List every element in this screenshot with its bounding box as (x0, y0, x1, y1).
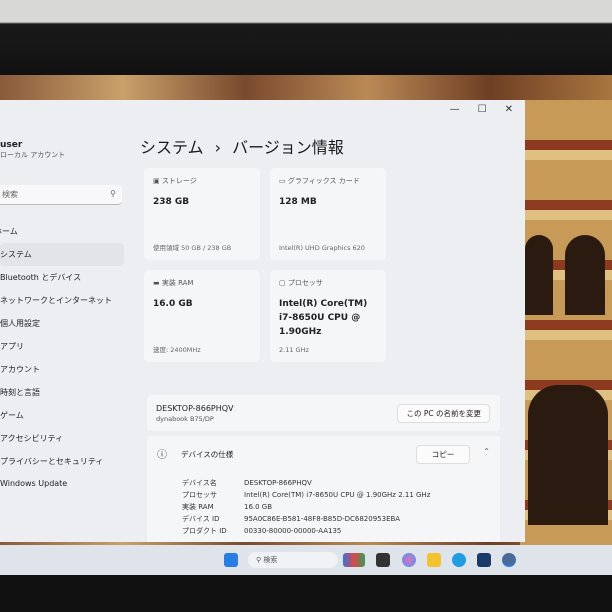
maximize-button[interactable]: ☐ (478, 104, 487, 116)
copy-button[interactable]: コピー (416, 445, 470, 464)
settings-window: — ☐ ✕ userローカル アカウント 検索 ⚲ ホーム システム Blueto… (0, 100, 525, 542)
specs-list: デバイス名 DESKTOP-866PHQV プロセッサ Intel(R) Core(… (182, 477, 430, 537)
user-name: user (0, 140, 23, 150)
sidebar-item-home[interactable]: ホーム (0, 220, 124, 243)
laptop-bezel-top (0, 0, 612, 75)
taskbar-search-label: 検索 (263, 556, 278, 564)
store-icon[interactable] (477, 553, 491, 567)
breadcrumb: システム › バージョン情報 (140, 134, 344, 158)
graphics-card[interactable]: ▭ グラフィックス カード 128 MB Intel(R) UHD Graphics… (270, 168, 386, 260)
device-name-row: DESKTOP-866PHQV dynabook B75/DP この PC の名… (147, 395, 500, 431)
search-icon: ⚲ (110, 189, 116, 198)
sidebar-nav: ホーム システム Bluetooth とデバイス ネットワークとインターネット … (0, 220, 124, 496)
processor-speed: 2.11 GHz (279, 346, 309, 354)
breadcrumb-parent[interactable]: システム (140, 138, 204, 157)
sidebar-item-windows-update[interactable]: Windows Update (0, 473, 124, 496)
breadcrumb-separator: › (214, 138, 222, 157)
start-button[interactable] (224, 553, 238, 567)
title-bar: — ☐ ✕ (0, 100, 525, 120)
graphics-value: 128 MB (279, 197, 317, 207)
sidebar-item-personalization[interactable]: 個人用設定 (0, 312, 124, 335)
sidebar-item-accounts[interactable]: アカウント (0, 358, 124, 381)
search-placeholder: 検索 (2, 190, 18, 199)
sidebar-item-system[interactable]: システム (0, 243, 124, 266)
user-account[interactable]: user ローカル アカウント (0, 140, 65, 160)
processor-card[interactable]: ▢ プロセッサ Intel(R) Core(TM) i7-8650U CPU @ … (270, 270, 386, 362)
task-view-icon[interactable] (376, 553, 390, 567)
spec-row: 実装 RAM 16.0 GB (182, 503, 273, 511)
page-title: バージョン情報 (232, 138, 344, 157)
sidebar-item-bluetooth[interactable]: Bluetooth とデバイス (0, 266, 124, 289)
info-icon: ⓘ (157, 450, 167, 461)
device-name: DESKTOP-866PHQV (156, 404, 234, 413)
spec-row: プロセッサ Intel(R) Core(TM) i7-8650U CPU @ 1.… (182, 491, 431, 499)
widgets-icon[interactable] (343, 553, 365, 567)
settings-gear-icon[interactable] (502, 553, 516, 567)
processor-value: Intel(R) Core(TM) i7-8650U CPU @ 1.90GHz (279, 299, 368, 337)
settings-search-input[interactable]: 検索 ⚲ (0, 185, 122, 205)
graphics-label: ▭ グラフィックス カード (279, 177, 360, 185)
sidebar-item-gaming[interactable]: ゲーム (0, 404, 124, 427)
ram-label: ▬ 実装 RAM (153, 279, 194, 287)
taskbar: ⚲ 検索 (0, 545, 612, 575)
edge-icon[interactable] (452, 553, 466, 567)
rename-pc-button[interactable]: この PC の名前を変更 (397, 404, 490, 423)
specs-title: デバイスの仕様 (181, 450, 234, 459)
device-model: dynabook B75/DP (156, 415, 214, 423)
storage-card[interactable]: ▣ ストレージ 238 GB 使用領域 50 GB / 238 GB (144, 168, 260, 260)
spec-row: プロダクト ID 00330-80000-00000-AA135 (182, 527, 342, 535)
spec-row: デバイス名 DESKTOP-866PHQV (182, 479, 312, 487)
ram-card[interactable]: ▬ 実装 RAM 16.0 GB 速度: 2400MHz (144, 270, 260, 362)
processor-label: ▢ プロセッサ (279, 279, 323, 287)
laptop-bezel-bottom (0, 575, 612, 612)
ram-value: 16.0 GB (153, 299, 193, 309)
taskbar-search[interactable]: ⚲ 検索 (248, 552, 338, 568)
account-type: ローカル アカウント (0, 151, 66, 159)
spec-row: デバイス ID 95A0C86E-B581-48F8-B85D-DC6820953… (182, 515, 401, 523)
sidebar-item-network[interactable]: ネットワークとインターネット (0, 289, 124, 312)
sidebar-item-time-language[interactable]: 時刻と言語 (0, 381, 124, 404)
ram-speed: 速度: 2400MHz (153, 346, 201, 354)
copilot-icon[interactable] (402, 553, 416, 567)
sidebar-item-apps[interactable]: アプリ (0, 335, 124, 358)
sidebar-item-privacy[interactable]: プライバシーとセキュリティ (0, 450, 124, 473)
wallpaper-architecture (520, 100, 612, 545)
chevron-up-icon[interactable]: ⌃ (483, 447, 490, 456)
close-button[interactable]: ✕ (505, 104, 513, 116)
graphics-name: Intel(R) UHD Graphics 620 (279, 244, 365, 252)
file-explorer-icon[interactable] (427, 553, 441, 567)
storage-usage: 使用領域 50 GB / 238 GB (153, 244, 232, 252)
storage-value: 238 GB (153, 197, 190, 207)
minimize-button[interactable]: — (450, 104, 460, 116)
sidebar-item-accessibility[interactable]: アクセシビリティ (0, 427, 124, 450)
storage-label: ▣ ストレージ (153, 177, 197, 185)
